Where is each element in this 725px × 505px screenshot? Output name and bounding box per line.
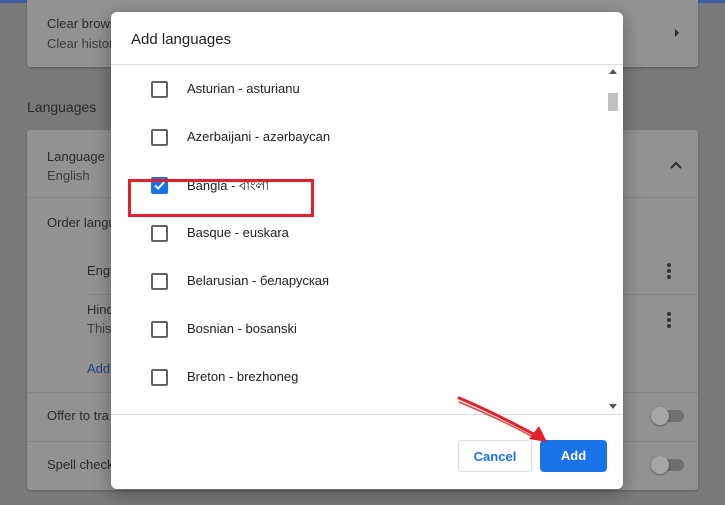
language-value: English — [47, 168, 90, 183]
clear-browsing-subtitle: Clear histor — [47, 36, 114, 51]
add-languages-link[interactable]: Add — [87, 361, 110, 376]
language-option[interactable]: Azerbaijani - azərbaycan — [111, 113, 606, 161]
scroll-up-arrow-icon[interactable] — [609, 69, 617, 74]
language-option[interactable]: Asturian - asturianu — [111, 65, 606, 113]
dialog-title: Add languages — [131, 31, 232, 48]
language-checkbox[interactable] — [151, 81, 168, 98]
chevron-up-icon[interactable] — [670, 161, 682, 169]
scroll-down-arrow-icon[interactable] — [609, 404, 617, 409]
annotation-highlight-box — [128, 179, 314, 217]
language-checkbox[interactable] — [151, 225, 168, 242]
order-language-item: Engl — [87, 263, 114, 278]
clear-browsing-title[interactable]: Clear brows — [47, 16, 116, 31]
language-list-scrollbar[interactable] — [606, 66, 620, 414]
language-option[interactable]: Belarusian - беларуская — [111, 257, 606, 305]
languages-section-title: Languages — [27, 99, 97, 115]
language-label: Language — [47, 149, 105, 164]
order-language-item: Hind — [87, 302, 114, 317]
more-vert-icon[interactable] — [667, 312, 671, 328]
offer-translate-label: Offer to tra — [47, 408, 109, 423]
language-option[interactable]: Bosnian - bosanski — [111, 305, 606, 353]
language-option-label[interactable]: Bosnian - bosanski — [187, 321, 297, 336]
language-checkbox[interactable] — [151, 129, 168, 146]
language-checkbox[interactable] — [151, 273, 168, 290]
spell-check-toggle[interactable] — [651, 456, 685, 474]
language-list: Asturian - asturianu Azerbaijani - azərb… — [111, 65, 606, 414]
order-language-subtext: This — [87, 321, 112, 336]
spell-check-label: Spell check — [47, 457, 114, 472]
language-checkbox[interactable] — [151, 321, 168, 338]
language-option-label[interactable]: Azerbaijani - azərbaycan — [187, 129, 330, 144]
scroll-thumb[interactable] — [608, 93, 618, 111]
chevron-right-icon[interactable] — [673, 28, 681, 38]
language-option-label[interactable]: Belarusian - беларуская — [187, 273, 329, 288]
arrow-icon — [457, 396, 547, 442]
language-option-label[interactable]: Asturian - asturianu — [187, 81, 300, 96]
offer-translate-toggle[interactable] — [651, 407, 685, 425]
language-option-label[interactable]: Breton - brezhoneg — [187, 369, 298, 384]
more-vert-icon[interactable] — [667, 263, 671, 279]
language-checkbox[interactable] — [151, 369, 168, 386]
language-option-label[interactable]: Basque - euskara — [187, 225, 289, 240]
order-languages-label: Order langu — [47, 215, 116, 230]
